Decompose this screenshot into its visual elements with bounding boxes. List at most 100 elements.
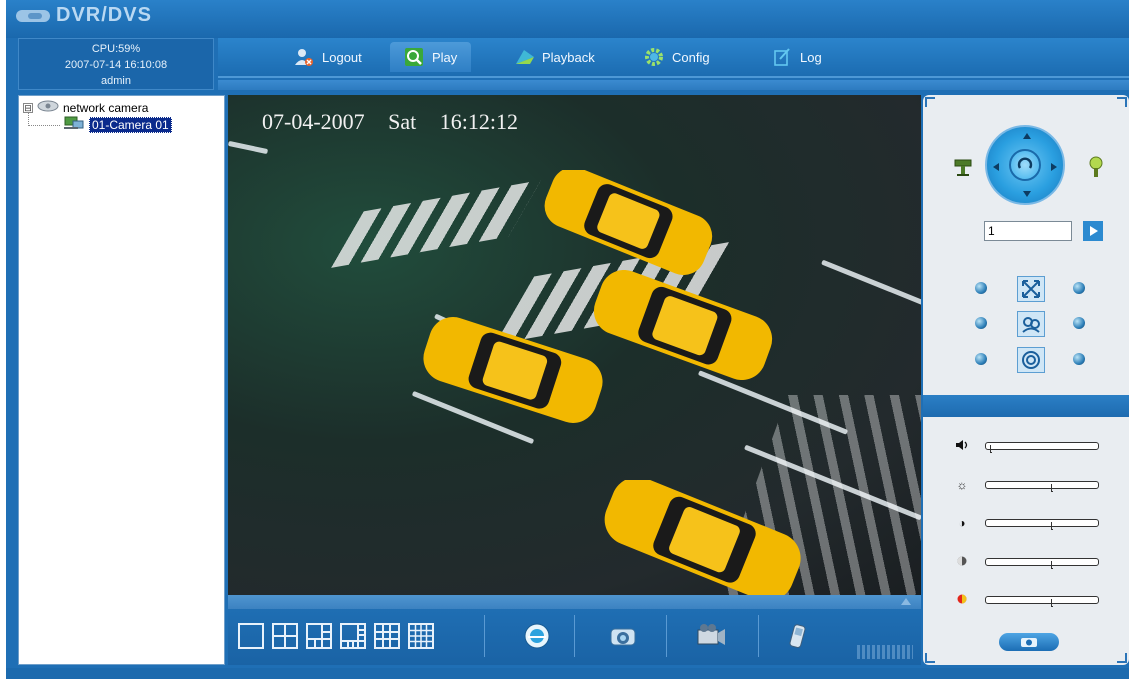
video-viewport[interactable]: 07-04-2007 Sat 16:12:12 [228,95,921,595]
tree-node-label: 01-Camera 01 [89,116,172,133]
tab-label: Playback [542,49,595,65]
focus-button[interactable] [1017,311,1045,337]
crosswalk-stripes [331,180,541,268]
volume-slider-row [953,437,1103,455]
talk-button[interactable] [780,621,814,651]
layout-1x1-button[interactable] [238,623,264,649]
video-camera-icon [697,624,725,645]
slider-thumb[interactable] [1050,484,1053,492]
hue-icon [953,593,971,607]
current-user: admin [101,75,131,87]
tree-connector [28,112,60,126]
focus-icon [1022,317,1040,333]
tab-playback[interactable]: Playback [500,42,609,72]
layout-2x2-button[interactable] [272,623,298,649]
tab-log[interactable]: Log [758,42,836,72]
slider-thumb[interactable] [1050,561,1053,569]
talk-mobile-icon [789,624,806,649]
iris-open-button[interactable] [1073,353,1085,365]
video-record-button[interactable] [694,621,728,651]
zoom-in-button[interactable] [1073,282,1085,294]
brand: DVR/DVS [16,4,152,27]
taxi-image [544,170,713,275]
system-status-box: CPU:59% 2007-07-14 16:10:08 admin [18,38,214,90]
saturation-icon [953,555,971,569]
panel-divider [923,395,1129,417]
ptz-direction-pad[interactable] [985,125,1065,205]
tab-label: Config [672,49,710,65]
tab-label: Logout [322,49,362,65]
osd-timestamp: 07-04-2007 Sat 16:12:12 [262,109,518,135]
camera-reset-icon [1021,638,1037,647]
toolbar-separator [666,615,667,657]
ptz-mount-icon[interactable] [953,157,973,182]
brand-watermark [857,645,913,659]
view-toolbar [228,609,921,665]
focus-far-button[interactable] [1073,317,1085,329]
brightness-slider[interactable] [985,481,1099,492]
tree-node-label: network camera [63,100,149,115]
lane-marking [821,259,921,306]
ptz-down-arrow-icon[interactable] [1023,191,1031,197]
video-progress-bar[interactable] [228,595,921,609]
snapshot-icon [524,623,550,649]
layout-4x4-button[interactable] [408,623,434,649]
tab-config[interactable]: Config [630,42,724,72]
tab-label: Log [800,49,822,65]
speaker-icon [953,439,971,453]
zoom-out-button[interactable] [975,282,987,294]
iris-button[interactable] [1017,347,1045,373]
default-settings-button[interactable] [999,633,1059,651]
logout-user-icon [294,47,314,67]
saturation-slider[interactable] [985,558,1099,569]
panel-corner [925,97,935,107]
saturation-slider-row [953,553,1103,571]
osd-date: 07-04-2007 [262,109,365,134]
preset-go-button[interactable] [1083,221,1103,241]
auto-rotate-icon[interactable] [1009,149,1041,181]
layout-3x3-button[interactable] [374,623,400,649]
tab-label: Play [432,49,458,65]
iris-close-button[interactable] [975,353,987,365]
taxi-image [604,480,801,595]
iris-icon [1022,351,1040,369]
tab-play[interactable]: Play [390,42,472,72]
title-bar: DVR/DVS [6,0,1129,38]
volume-slider[interactable] [985,442,1099,453]
osd-time: 16:12:12 [439,109,519,134]
collapse-icon[interactable]: ⊟ [23,102,33,113]
layout-1plus5-button[interactable] [306,623,332,649]
focus-near-button[interactable] [975,317,987,329]
dvr-app-window: DVR/DVS CPU:59% 2007-07-14 16:10:08 admi… [6,0,1129,679]
snapshot-button[interactable] [520,621,554,651]
nav-underline [218,80,1129,90]
taxi-image [423,317,603,423]
expand-up-icon[interactable] [901,598,911,605]
tree-node-camera-01[interactable]: 01-Camera 01 [63,116,172,133]
slider-thumb[interactable] [1050,599,1053,607]
brand-logo-icon [16,9,50,22]
ptz-up-arrow-icon[interactable] [1023,133,1031,139]
contrast-slider-row: ◑ [953,514,1103,532]
record-button[interactable] [606,621,640,651]
playback-icon [514,47,534,67]
brightness-slider-row: ☼ [953,476,1103,494]
zoom-icon [1022,280,1040,298]
ptz-left-arrow-icon[interactable] [993,163,999,171]
lane-marking [228,140,269,155]
panel-corner [1117,97,1127,107]
tab-logout[interactable]: Logout [280,42,376,72]
ptz-control-panel [923,95,1129,395]
ptz-right-arrow-icon[interactable] [1051,163,1057,171]
layout-1plus7-button[interactable] [340,623,366,649]
hue-slider[interactable] [985,596,1099,607]
app-title: DVR/DVS [56,4,152,26]
slider-thumb[interactable] [1050,522,1053,530]
zoom-button[interactable] [1017,276,1045,302]
preset-number-input[interactable] [984,221,1072,241]
gear-icon [644,47,664,67]
slider-thumb[interactable] [990,445,992,453]
light-bulb-icon[interactable] [1087,155,1105,184]
footer-bar [6,668,1129,679]
contrast-slider[interactable] [985,519,1099,530]
